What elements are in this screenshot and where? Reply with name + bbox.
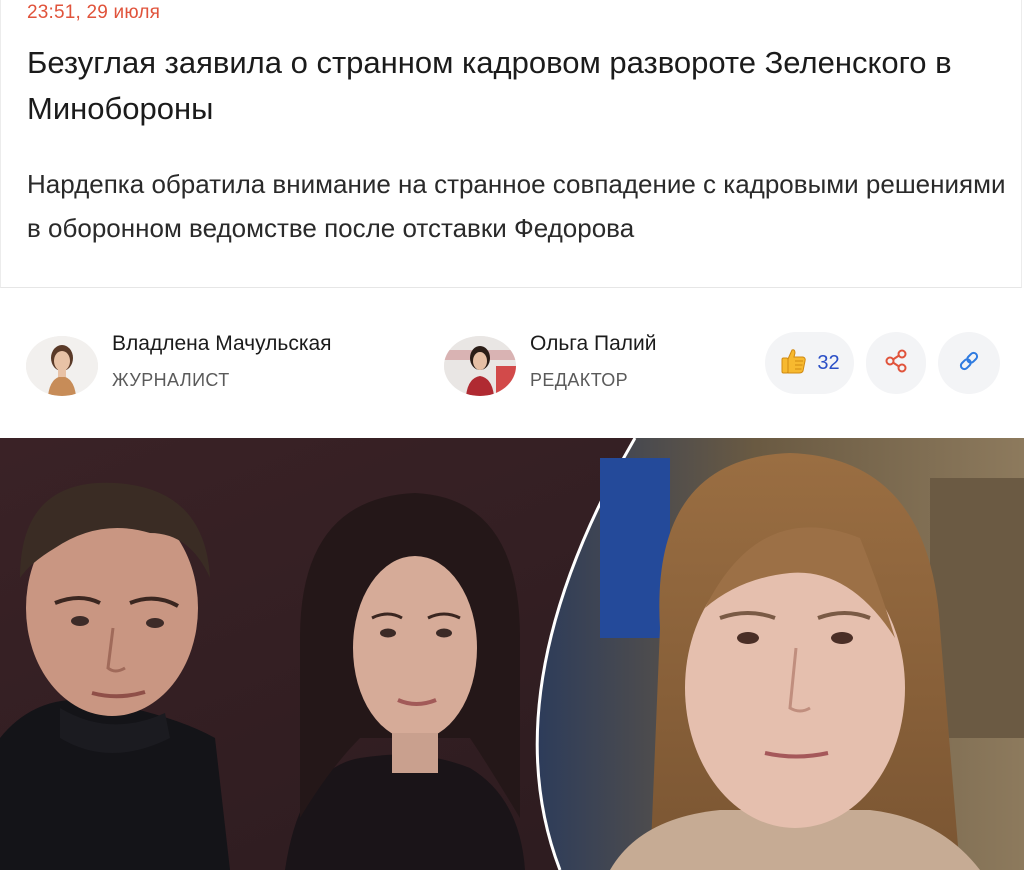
author-name[interactable]: Владлена Мачульская (112, 332, 332, 356)
share-icon (883, 348, 909, 379)
like-button[interactable]: 32 (765, 332, 854, 394)
like-count: 32 (817, 351, 840, 374)
share-button[interactable] (866, 332, 926, 394)
author-card[interactable]: Владлена Мачульская ЖУРНАЛИСТ (26, 330, 406, 396)
link-icon (956, 348, 982, 379)
author-name[interactable]: Ольга Палий (530, 332, 657, 356)
author-role: РЕДАКТОР (530, 370, 629, 390)
author-role: ЖУРНАЛИСТ (112, 370, 230, 390)
article-headline: Безуглая заявила о странном кадровом раз… (27, 45, 952, 126)
authors-bar: Владлена Мачульская ЖУРНАЛИСТ Ольга Пали… (0, 290, 1024, 438)
copy-link-button[interactable] (938, 332, 1000, 394)
article-header: 23:51, 29 июля Безуглая заявила о странн… (0, 0, 1022, 288)
author-avatar[interactable] (444, 336, 516, 396)
author-avatar[interactable] (26, 336, 98, 396)
article-hero-image (0, 438, 1024, 870)
author-card[interactable]: Ольга Палий РЕДАКТОР (444, 330, 744, 396)
publish-timestamp: 23:51, 29 июля (27, 2, 161, 23)
thumbs-up-icon (779, 346, 809, 381)
article-lead: Нардепка обратила внимание на странное с… (27, 169, 1006, 243)
